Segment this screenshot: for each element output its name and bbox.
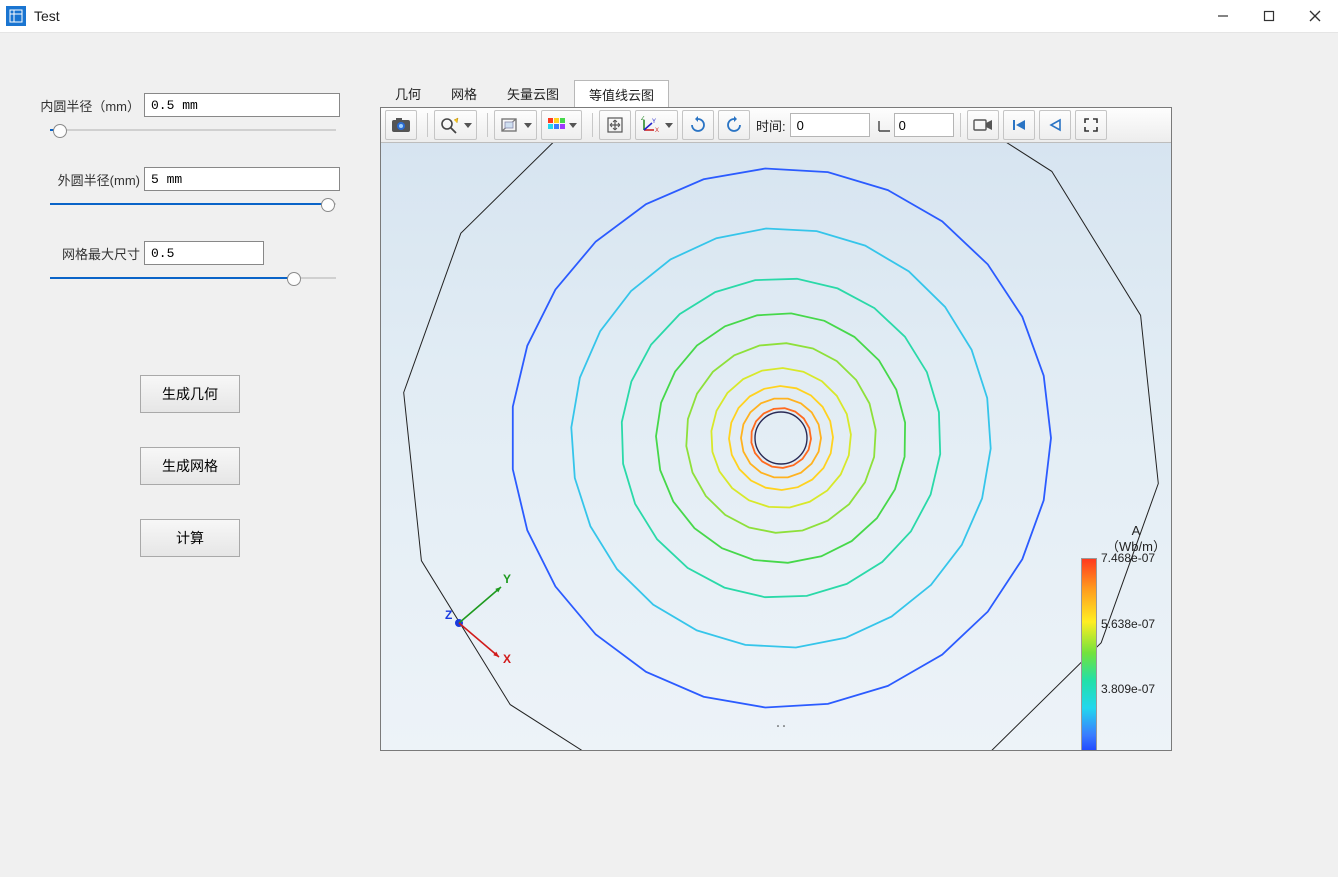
view-tabs: 几何网格矢量云图等值线云图	[380, 81, 669, 107]
legend-tick-max: 7.468e-07	[1101, 551, 1155, 565]
legend-color-bar	[1081, 558, 1097, 751]
minimize-button[interactable]	[1200, 0, 1246, 32]
legend-tick-mid1: 5.638e-07	[1101, 617, 1155, 631]
svg-text:X: X	[503, 652, 511, 666]
zoom-button[interactable]	[434, 110, 477, 140]
legend-quantity: A	[1132, 523, 1141, 538]
record-button[interactable]	[967, 110, 999, 140]
fit-view-button[interactable]	[599, 110, 631, 140]
legend-tick-min: 1.980e-07	[1101, 749, 1155, 751]
svg-text:Y: Y	[503, 572, 511, 586]
screenshot-button[interactable]	[385, 110, 417, 140]
inner-radius-label: 内圆半径（mm）	[40, 96, 140, 115]
plot-toolbar: Z XY 时间: 0 0	[381, 108, 1171, 143]
dropdown-caret-icon	[464, 123, 472, 128]
outer-radius-label: 外圆半径(mm)	[40, 170, 140, 189]
mesh-size-slider[interactable]	[50, 271, 336, 285]
rotate-ccw-button[interactable]	[718, 110, 750, 140]
dropdown-caret-icon	[665, 123, 673, 128]
dropdown-caret-icon	[524, 123, 532, 128]
contour-plot[interactable]: Z Y X	[381, 143, 1171, 750]
inner-radius-input[interactable]	[144, 93, 340, 117]
mesh-size-label: 网格最大尺寸	[40, 244, 140, 263]
window-title: Test	[34, 8, 60, 24]
parameters-panel: 内圆半径（mm） 外圆半径(mm) 网格最大尺寸	[0, 33, 380, 877]
svg-text:X: X	[655, 128, 659, 134]
titlebar: Test	[0, 0, 1338, 33]
close-button[interactable]	[1292, 0, 1338, 32]
mesh-size-input[interactable]	[144, 241, 264, 265]
time-select[interactable]: 0	[790, 113, 870, 137]
axis-orientation-button[interactable]: Z XY	[635, 110, 678, 140]
angle-icon	[876, 116, 894, 134]
svg-text:Z: Z	[641, 116, 645, 122]
time-input[interactable]: 0	[894, 113, 954, 137]
outer-radius-input[interactable]	[144, 167, 340, 191]
tab-1[interactable]: 网格	[436, 79, 492, 107]
plot-view: ZXY 时间: 0 0	[380, 107, 1172, 751]
colormap-button[interactable]	[541, 110, 582, 140]
tab-3[interactable]: 等值线云图	[574, 80, 669, 108]
step-back-button[interactable]	[1039, 110, 1071, 140]
compute-button[interactable]: 计算	[140, 519, 240, 557]
rotate-cw-button[interactable]	[682, 110, 714, 140]
generate-mesh-button[interactable]: 生成网格	[140, 447, 240, 485]
svg-text:Z: Z	[445, 608, 452, 622]
skip-start-button[interactable]	[1003, 110, 1035, 140]
tab-0[interactable]: 几何	[380, 79, 436, 107]
color-legend: A （Wb/m） 7.468e-07 5.638e-07 3.809e-07 1…	[1081, 523, 1172, 751]
time-label: 时间:	[756, 116, 786, 135]
tab-2[interactable]: 矢量云图	[492, 79, 574, 107]
transparency-button[interactable]	[494, 110, 537, 140]
outer-radius-slider[interactable]	[50, 197, 336, 211]
generate-geometry-button[interactable]: 生成几何	[140, 375, 240, 413]
inner-radius-slider[interactable]	[50, 123, 336, 137]
svg-text:Y: Y	[652, 119, 656, 125]
fullscreen-button[interactable]	[1075, 110, 1107, 140]
legend-tick-mid2: 3.809e-07	[1101, 682, 1155, 696]
maximize-button[interactable]	[1246, 0, 1292, 32]
dropdown-caret-icon	[569, 123, 577, 128]
app-icon	[6, 6, 26, 26]
